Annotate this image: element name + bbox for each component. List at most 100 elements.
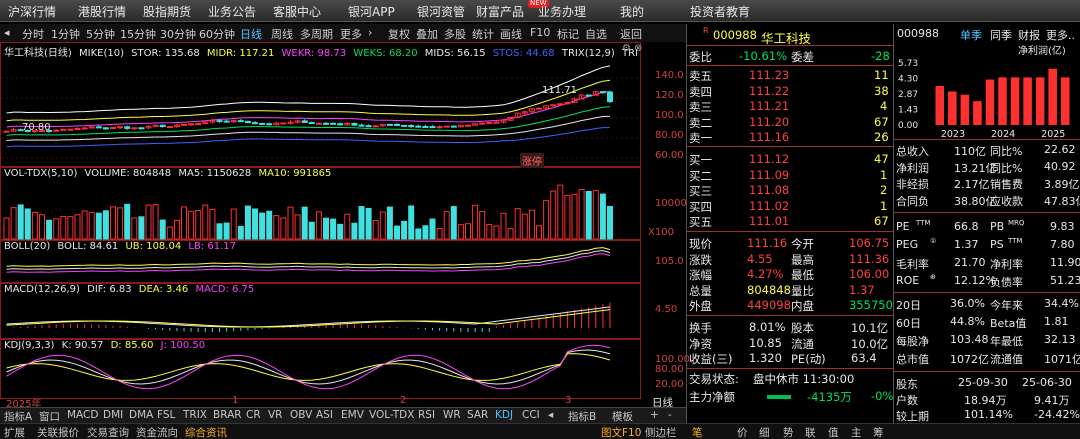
bid-row: 买五 111.01 67 <box>687 214 893 229</box>
tab-asi[interactable]: ASI <box>316 409 333 421</box>
candle-body <box>330 122 337 125</box>
tab-same-quarter[interactable]: 同季 <box>990 27 1012 43</box>
status-link[interactable]: 联 <box>805 425 816 439</box>
button-back[interactable]: 返回 <box>620 26 642 42</box>
button-adjust[interactable]: 复权 <box>388 26 410 42</box>
tab-cr[interactable]: CR <box>246 409 261 421</box>
tab-multi-period[interactable]: 多周期 <box>300 26 333 42</box>
button-f10[interactable]: F10 <box>530 26 550 39</box>
tab-dma[interactable]: DMA <box>129 409 153 421</box>
candle-body <box>67 128 74 131</box>
metric-label: Beta值 <box>990 317 1027 330</box>
status-sidebar[interactable]: 侧边栏 <box>645 425 677 439</box>
metric-value: 11.90 <box>1050 256 1080 269</box>
tab-more[interactable]: 更多 <box>340 26 362 42</box>
nav-item-service[interactable]: 客服中心 <box>273 3 321 20</box>
volume-bar <box>159 219 166 240</box>
close-icon[interactable]: ⊗ <box>634 43 642 54</box>
status-trade-query[interactable]: 交易查询 <box>87 425 129 439</box>
tab-60min[interactable]: 60分钟 <box>199 26 235 42</box>
nav-item-business[interactable]: 业务办理 <box>538 3 586 20</box>
toolbar-scroll-icon[interactable]: ◂ <box>4 26 10 39</box>
status-related-quotes[interactable]: 关联报价 <box>37 425 79 439</box>
bid-row: 买三 111.08 2 <box>687 183 893 198</box>
status-trend[interactable]: 势 <box>783 425 794 439</box>
finance-panel: 000988 单季 同季 财报 更多.. 5.73 4.30 2.87 1.43 0.0… <box>893 24 1080 423</box>
nav-item-mine[interactable]: 我的 <box>620 3 644 20</box>
tab-scroll-left-icon[interactable]: ◂ <box>548 409 553 421</box>
tab-obv[interactable]: OBV <box>290 409 312 421</box>
volume-bar <box>315 211 322 240</box>
chevron-right-icon[interactable]: › <box>368 26 372 39</box>
kline-chart[interactable] <box>0 42 686 407</box>
nav-item-hk[interactable]: 港股行情 <box>78 3 126 20</box>
tab-report[interactable]: 财报 <box>1018 27 1040 43</box>
metric-value: 47.83亿 <box>1044 194 1080 208</box>
status-main[interactable]: 主 <box>851 425 862 439</box>
tab-timeshare[interactable]: 分时 <box>22 26 44 42</box>
tab-vol-tdx[interactable]: VOL-TDX <box>369 409 414 421</box>
tab-trix[interactable]: TRIX <box>183 409 207 421</box>
button-multi-stock[interactable]: 多股 <box>444 26 466 42</box>
nav-item-app[interactable]: 银河APP <box>348 3 395 20</box>
tab-1min[interactable]: 1分钟 <box>51 26 80 42</box>
candle-body <box>237 120 244 123</box>
tab-5min[interactable]: 5分钟 <box>86 26 115 42</box>
minus-icon[interactable]: - <box>668 409 672 421</box>
tab-fsl[interactable]: FSL <box>157 409 175 421</box>
nav-item-notice[interactable]: 业务公告 <box>208 3 256 20</box>
tab-single-quarter[interactable]: 单季 <box>960 27 982 43</box>
tab-kdj[interactable]: KDJ <box>495 409 513 421</box>
candle-body <box>95 126 102 129</box>
volume-bar <box>465 223 471 240</box>
button-mark[interactable]: 标记 <box>557 26 579 42</box>
status-price[interactable]: 价 <box>737 425 748 439</box>
status-f10[interactable]: 图文F10 <box>601 425 641 439</box>
tab-template[interactable]: 模板 <box>612 409 633 424</box>
tab-weekly[interactable]: 周线 <box>271 26 293 42</box>
button-watchlist[interactable]: 自选 <box>585 26 607 42</box>
add-icon[interactable]: + <box>650 409 659 421</box>
status-ticks[interactable]: 笔 <box>692 425 703 439</box>
tab-cci[interactable]: CCI <box>522 409 540 421</box>
status-fund-flow[interactable]: 资金流向 <box>136 425 178 439</box>
status-news[interactable]: 综合资讯 <box>185 425 227 439</box>
button-draw[interactable]: 画线 <box>500 26 522 42</box>
tab-30min[interactable]: 30分钟 <box>160 26 196 42</box>
tab-window[interactable]: 窗口 <box>39 409 60 424</box>
tab-more-finance[interactable]: 更多.. <box>1046 27 1075 43</box>
tab-rsi[interactable]: RSI <box>418 409 435 421</box>
tab-15min[interactable]: 15分钟 <box>120 26 156 42</box>
tab-emv[interactable]: EMV <box>341 409 364 421</box>
tab-dmi[interactable]: DMI <box>103 409 123 421</box>
midr-value: MIDR: 117.21 <box>206 48 275 59</box>
settings-gear-icon[interactable]: ⚙ <box>622 43 631 54</box>
status-value[interactable]: 值 <box>828 425 839 439</box>
volume-bar <box>67 216 74 240</box>
status-detail[interactable]: 细 <box>759 425 770 439</box>
nav-item-wealth[interactable]: 财富产品 <box>476 3 524 20</box>
bid-price: 111.08 <box>749 183 790 197</box>
volume-bar <box>486 224 493 240</box>
tab-wr[interactable]: WR <box>443 409 461 421</box>
chart-area[interactable]: 华工科技(日线) MIKE(10) STOR: 135.68 MIDR: 117… <box>0 42 690 410</box>
button-overlay[interactable]: 叠加 <box>416 26 438 42</box>
nav-item-asset[interactable]: 银河资管 <box>417 3 465 20</box>
weicha-value: -28 <box>871 49 890 63</box>
tab-brar[interactable]: BRAR <box>213 409 242 421</box>
ask-row: 卖四 111.22 38 <box>687 84 893 99</box>
ask-price: 111.16 <box>749 130 790 144</box>
tab-macd[interactable]: MACD <box>67 409 98 421</box>
tab-sar[interactable]: SAR <box>467 409 488 421</box>
nav-item-education[interactable]: 投资者教育 <box>690 3 750 20</box>
tab-indicator-a[interactable]: 指标A <box>4 409 32 424</box>
tab-indicator-b[interactable]: 指标B <box>568 409 596 424</box>
tab-daily[interactable]: 日线 <box>240 26 262 42</box>
nav-item-futures[interactable]: 股指期货 <box>143 3 191 20</box>
tab-vr[interactable]: VR <box>268 409 282 421</box>
button-stats[interactable]: 统计 <box>472 26 494 42</box>
mike-band-line <box>6 127 610 148</box>
status-chips[interactable]: 筹 <box>873 425 884 439</box>
nav-item-hushen[interactable]: 沪深行情 <box>8 3 56 20</box>
status-expand[interactable]: 扩展 <box>4 425 25 439</box>
